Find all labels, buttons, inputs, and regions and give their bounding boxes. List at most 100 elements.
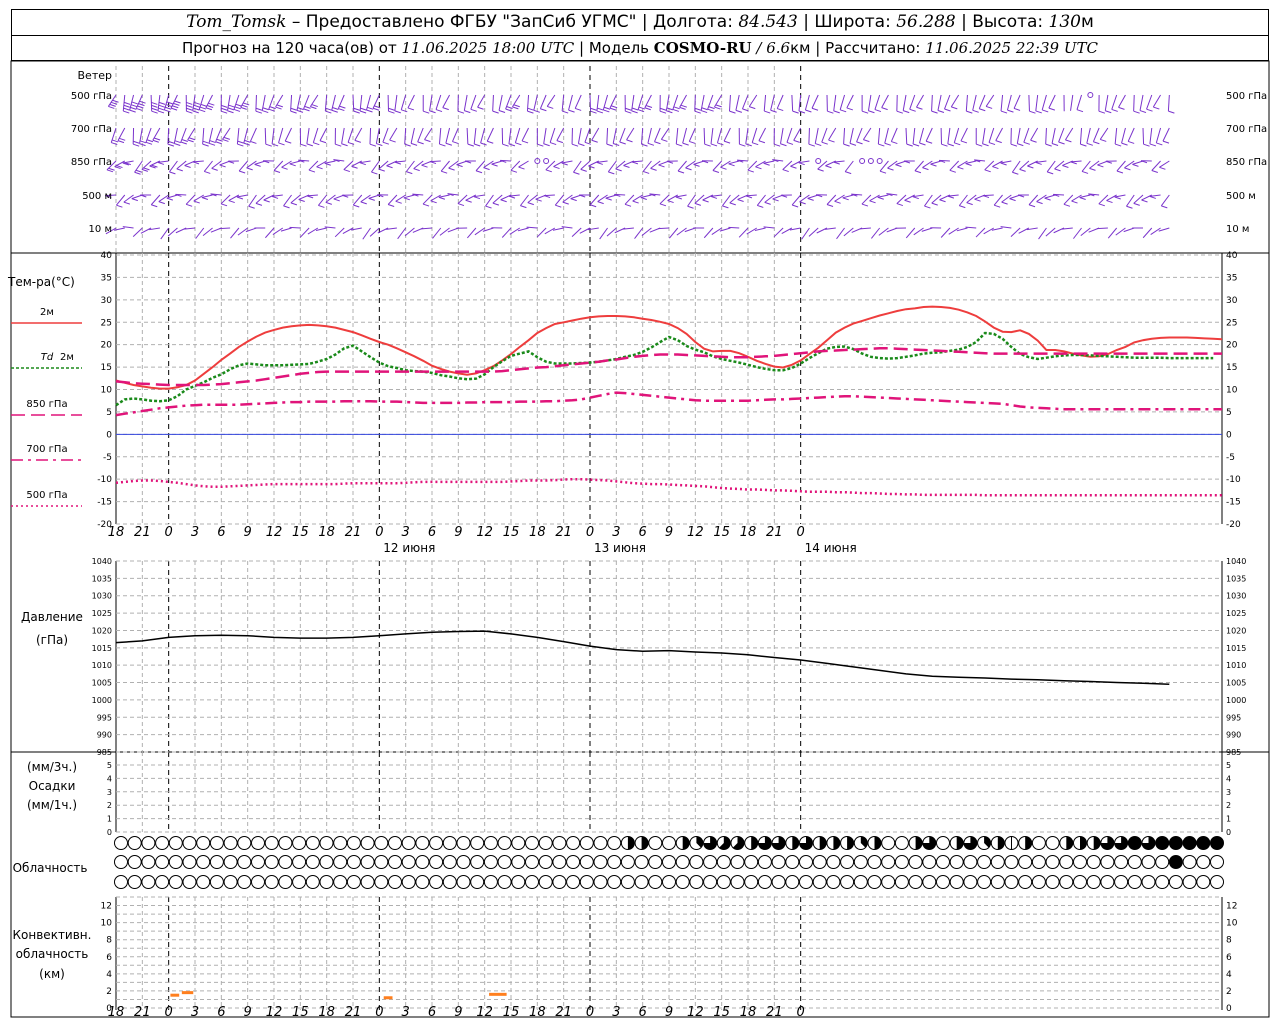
wind-barb-feather xyxy=(1054,168,1061,172)
cloud-middle xyxy=(894,855,909,869)
wind-barb xyxy=(319,127,328,141)
time-tick-label: 6 xyxy=(639,525,647,540)
wind-barb-feather xyxy=(1089,167,1096,171)
wind-barb-feather xyxy=(389,139,396,143)
cloud-upper-fill xyxy=(819,836,827,850)
wind-barb-feather xyxy=(269,106,276,110)
time-tick-label: 0 xyxy=(586,525,594,540)
legend-label-4: 500 гПа xyxy=(26,490,67,501)
wind-barb xyxy=(387,194,398,205)
temp-tick-right: -15 xyxy=(1226,498,1241,508)
wind-barb-feather xyxy=(244,139,251,143)
wind-barb-feather xyxy=(966,110,973,114)
time-tick-label: 6 xyxy=(428,525,436,540)
wind-barb-feather xyxy=(982,143,989,147)
wind-barb-feather xyxy=(304,105,311,109)
temp-tick-left: -20 xyxy=(97,520,112,530)
wind-barb xyxy=(533,94,538,111)
cloud-lower xyxy=(785,875,800,889)
wind-barb-feather xyxy=(353,107,360,111)
wind-barb xyxy=(410,127,415,144)
wind-barb-feather xyxy=(1141,199,1148,203)
time-tick-label: 15 xyxy=(503,525,520,540)
wind-barb-feather xyxy=(248,205,255,209)
time-tick-label: 0 xyxy=(375,1005,383,1020)
wind-level-label: 500 гПа xyxy=(71,91,112,102)
cloud-middle xyxy=(182,855,197,869)
wind-barb-feather xyxy=(473,196,481,200)
wind-barb xyxy=(588,160,599,167)
cloud-lower xyxy=(936,875,950,889)
cloud-upper xyxy=(251,836,265,850)
wind-barb xyxy=(394,94,398,111)
wind-barb-feather xyxy=(262,107,269,111)
precip-tick-right: 1 xyxy=(1226,815,1231,824)
wind-barb xyxy=(756,194,766,206)
wind-barb-feather xyxy=(424,139,431,143)
cloud-middle xyxy=(292,855,307,869)
cloud-lower xyxy=(990,875,1005,889)
cloud-upper-fill xyxy=(833,836,840,850)
cloud-middle xyxy=(1114,855,1129,869)
cloud-upper-fill xyxy=(1025,836,1032,850)
wind-barb-feather xyxy=(417,141,424,145)
wind-barb xyxy=(790,160,801,167)
cloud-lower xyxy=(881,875,896,889)
cloud-middle xyxy=(730,855,745,869)
wind-barb xyxy=(786,127,793,143)
cloud-lower xyxy=(579,875,594,889)
wind-barb-feather xyxy=(123,104,130,108)
wind-barb-feather xyxy=(1028,204,1036,208)
cloud-lower xyxy=(456,875,471,889)
cloud-middle xyxy=(1196,855,1211,869)
wind-barb-feather xyxy=(1105,110,1112,114)
wind-barb-feather xyxy=(1097,164,1104,168)
cloud-lower xyxy=(620,875,635,889)
wind-barb-feather xyxy=(360,107,367,111)
cloud-middle xyxy=(744,855,759,869)
time-tick-label: 12 xyxy=(266,525,283,540)
cloud-middle xyxy=(703,855,718,869)
cloud-middle xyxy=(429,855,444,869)
conv-tick-right: 12 xyxy=(1226,902,1237,912)
wind-barb xyxy=(702,194,714,201)
wind-barb-feather xyxy=(605,197,612,201)
cloud-lower xyxy=(840,875,855,889)
time-tick-label: 9 xyxy=(454,1005,462,1020)
pressure-tick-left: 985 xyxy=(97,748,112,757)
cloud-upper xyxy=(429,836,444,850)
wind-barb-feather xyxy=(869,200,876,204)
wind-barb xyxy=(965,94,968,112)
wind-barb-feather xyxy=(1023,141,1030,145)
wind-barb xyxy=(931,94,933,112)
wind-barb-feather xyxy=(924,205,931,209)
wind-barb-feather xyxy=(680,104,688,108)
cloud-middle xyxy=(155,855,170,869)
wind-level-label-right: 500 м xyxy=(1226,191,1256,202)
wind-barb xyxy=(817,160,828,170)
wind-barb xyxy=(791,94,794,112)
wind-barb-feather xyxy=(931,110,938,114)
time-tick-label: 12 xyxy=(476,1005,493,1020)
wind-barb xyxy=(248,194,257,207)
wind-barb xyxy=(579,227,591,234)
wind-barb xyxy=(770,94,775,111)
wind-barb xyxy=(265,227,275,239)
wind-barb xyxy=(1146,94,1153,110)
wind-barb-feather xyxy=(464,110,471,114)
wind-barb-feather xyxy=(211,167,218,171)
wind-barb-feather xyxy=(1126,205,1133,209)
wind-barb xyxy=(642,160,652,172)
wind-barb-feather xyxy=(187,139,194,143)
wind-barb-feather xyxy=(755,166,762,170)
wind-barb-feather xyxy=(498,110,506,113)
wind-barb xyxy=(1104,94,1109,111)
wind-barb-feather xyxy=(666,107,674,111)
wind-barb-feather xyxy=(1133,110,1140,114)
time-tick-label: 15 xyxy=(292,525,309,540)
wind-barb-feather xyxy=(457,110,465,114)
wind-barb xyxy=(791,194,802,206)
wind-barb-feather xyxy=(111,139,119,143)
wind-barb xyxy=(722,194,731,207)
wind-barb xyxy=(748,94,758,107)
